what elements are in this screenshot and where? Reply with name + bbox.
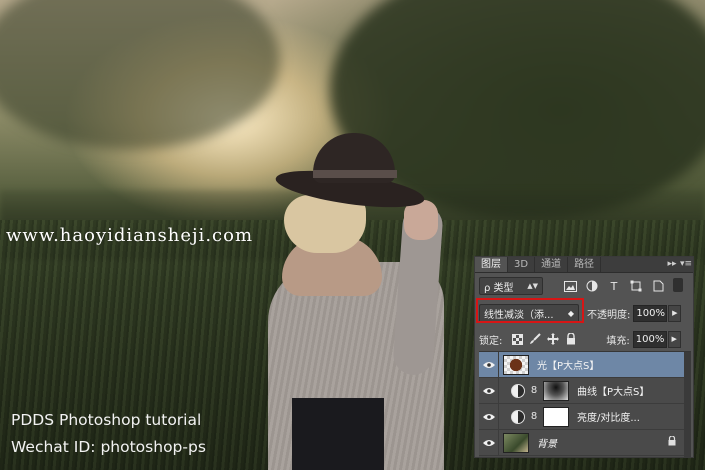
layer-thumbnail — [503, 354, 529, 375]
opacity-input[interactable]: 100% — [633, 304, 668, 322]
layer-name: 背景 — [537, 439, 557, 450]
link-icon: 8 — [530, 385, 538, 396]
layer-thumbnail — [503, 432, 529, 453]
fill-dropdown-icon[interactable]: ▶ — [667, 330, 681, 348]
eye-icon[interactable] — [479, 429, 499, 456]
layer-list-scrollbar[interactable] — [684, 352, 691, 458]
lock-label: 锁定: — [479, 335, 503, 347]
opacity-dropdown-icon[interactable]: ▶ — [668, 304, 682, 322]
filter-kind-select[interactable]: ρ 类型 ▲▼ — [479, 277, 543, 295]
link-icon: 8 — [530, 411, 538, 422]
tab-layers[interactable]: 图层 — [475, 257, 508, 272]
tab-channels[interactable]: 通道 — [535, 257, 569, 272]
layer-name: 亮度/对比度... — [577, 413, 640, 424]
collapse-icon[interactable]: ▸▸ — [665, 257, 679, 272]
lock-icon — [668, 435, 676, 449]
fill-label: 填充: — [606, 335, 630, 347]
layer-name: 光【P大点S】 — [537, 361, 600, 372]
tab-3d[interactable]: 3D — [508, 257, 536, 272]
layer-curves[interactable]: 8 曲线【P大点S】 — [479, 377, 684, 404]
tab-paths[interactable]: 路径 — [568, 257, 602, 272]
layer-brightness-contrast[interactable]: 8 亮度/对比度... — [479, 403, 684, 430]
layer-name: 曲线【P大点S】 — [577, 387, 650, 398]
eye-icon[interactable] — [479, 351, 499, 378]
layer-mask-thumbnail[interactable] — [543, 406, 569, 427]
layer-filter-row: ρ 类型 ▲▼ T — [475, 275, 693, 297]
layer-list: 光【P大点S】 8 曲线【P大点S】 8 亮度/对比度... 背景 — [479, 351, 691, 458]
layer-background[interactable]: 背景 — [479, 429, 684, 456]
lock-brush-icon[interactable] — [526, 332, 544, 346]
tutorial-caption: PDDS Photoshop tutorial — [11, 411, 202, 429]
opacity-label: 不透明度: — [587, 309, 631, 321]
adjustment-layer-icon[interactable] — [511, 383, 525, 398]
adjustment-filter-icon[interactable] — [583, 278, 601, 294]
lock-row: 锁定: 填充: 100% ▶ — [475, 329, 693, 349]
woman-skirt — [292, 398, 384, 470]
filter-kind-label: ρ 类型 — [484, 282, 514, 294]
fill-input[interactable]: 100% — [632, 330, 667, 348]
filter-toggle[interactable] — [673, 278, 683, 292]
lock-move-icon[interactable] — [544, 332, 562, 346]
smart-object-filter-icon[interactable] — [649, 278, 667, 294]
lock-all-icon[interactable] — [562, 332, 580, 346]
layer-light[interactable]: 光【P大点S】 — [479, 351, 684, 378]
layers-panel: 图层 3D 通道 路径 ▸▸ ▾≡ ρ 类型 ▲▼ T 线性减淡（添... ◆ … — [474, 256, 694, 458]
lock-transparent-icon[interactable] — [508, 332, 526, 346]
watermark-url: www.haoyidiansheji.com — [6, 225, 254, 246]
filter-icons: T — [561, 278, 683, 294]
shape-filter-icon[interactable] — [627, 278, 645, 294]
panel-tabbar: 图层 3D 通道 路径 ▸▸ ▾≡ — [475, 257, 693, 273]
wechat-caption: Wechat ID: photoshop-ps — [11, 438, 206, 456]
hat-band — [313, 170, 397, 178]
layer-mask-thumbnail[interactable] — [543, 380, 569, 401]
eye-icon[interactable] — [479, 403, 499, 430]
lock-icons — [508, 332, 580, 346]
type-filter-icon[interactable]: T — [605, 278, 623, 294]
tree-canopy-left — [0, 0, 280, 150]
image-filter-icon[interactable] — [561, 278, 579, 294]
blend-mode-highlight — [476, 298, 584, 323]
eye-icon[interactable] — [479, 377, 499, 404]
panel-menu-icon[interactable]: ▾≡ — [679, 257, 693, 272]
adjustment-layer-icon[interactable] — [511, 409, 525, 424]
chevron-down-icon: ▲▼ — [527, 282, 538, 290]
